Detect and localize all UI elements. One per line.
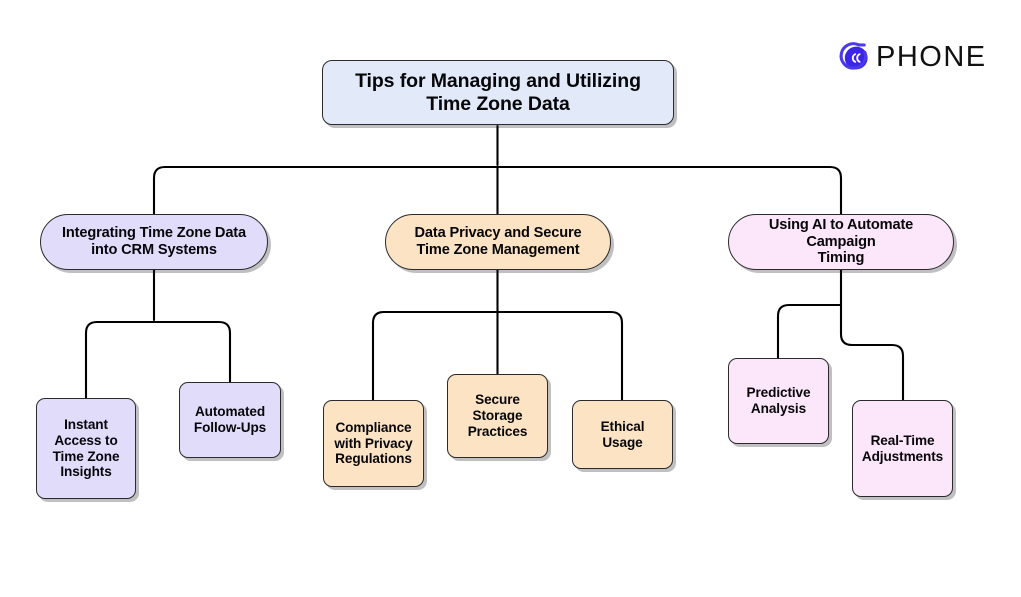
link-ai-rail-right	[839, 303, 905, 402]
node-root[interactable]: Tips for Managing and Utilizing Time Zon…	[322, 60, 674, 125]
node-leaf-predictive-analysis[interactable]: Predictive Analysis	[728, 358, 829, 444]
link-root-rail	[152, 165, 843, 216]
link-ai-rail-left	[776, 303, 843, 360]
node-branch-ai[interactable]: Using AI to Automate Campaign Timing	[728, 214, 954, 270]
node-leaf-instant-access[interactable]: Instant Access to Time Zone Insights	[36, 398, 136, 499]
cc-circle-icon	[838, 40, 872, 74]
brand-wordmark: PHONE	[876, 40, 987, 73]
node-leaf-automated-followups[interactable]: Automated Follow-Ups	[179, 382, 281, 458]
node-leaf-ethical-usage[interactable]: Ethical Usage	[572, 400, 673, 469]
node-leaf-compliance[interactable]: Compliance with Privacy Regulations	[323, 400, 424, 487]
node-branch-crm[interactable]: Integrating Time Zone Data into CRM Syst…	[40, 214, 268, 270]
node-leaf-secure-storage[interactable]: Secure Storage Practices	[447, 374, 548, 458]
brand-logo: PHONE	[838, 40, 987, 74]
node-leaf-realtime-adjustments[interactable]: Real-Time Adjustments	[852, 400, 953, 497]
diagram-canvas: PHONE Tips for Managing and Utilizing Ti…	[0, 0, 1021, 597]
node-branch-privacy[interactable]: Data Privacy and Secure Time Zone Manage…	[385, 214, 611, 270]
